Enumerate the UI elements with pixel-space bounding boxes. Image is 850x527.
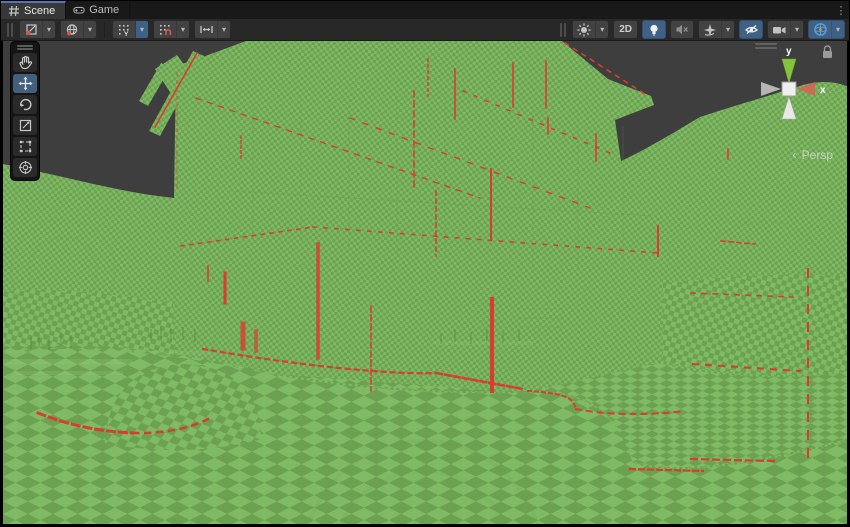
grid-snap-icon [154, 21, 176, 38]
tabbar-spacer [130, 1, 833, 19]
hidden-overlay-handle[interactable] [755, 43, 777, 49]
gizmo-center-cube[interactable] [782, 82, 796, 96]
tab-game[interactable]: Game [66, 1, 130, 19]
tool-settings-overlay-handle[interactable] [7, 23, 13, 37]
pivot-icon [20, 21, 42, 38]
rect-tool-button[interactable] [13, 137, 37, 156]
gamepad-icon [73, 4, 85, 16]
view-options-overlay-handle[interactable] [560, 23, 566, 37]
2d-toggle-button[interactable]: 2D [613, 20, 638, 39]
camera-dropdown-arrow[interactable]: ▾ [790, 21, 803, 38]
increment-snap-icon [195, 21, 217, 38]
orientation-dropdown-arrow[interactable]: ▾ [83, 21, 96, 38]
effects-dropdown-arrow[interactable]: ▾ [721, 21, 734, 38]
toolbar-separator [104, 22, 105, 38]
transform-icon [18, 160, 33, 175]
orientation-gizmo[interactable]: y x [753, 43, 839, 143]
rotate-icon [18, 97, 33, 112]
tab-game-label: Game [89, 4, 119, 16]
grid-plane-dropdown-arrow[interactable]: ▾ [135, 21, 148, 38]
transform-tool-button[interactable] [13, 158, 37, 177]
scene-lighting-button[interactable] [642, 20, 666, 39]
move-tool-button[interactable] [13, 74, 37, 93]
camera-settings-button[interactable]: ▾ [767, 20, 804, 39]
projection-toggle[interactable]: ‹ Persp [792, 147, 833, 162]
scene-canvas[interactable] [3, 41, 849, 526]
rendering-debug-button[interactable]: ▾ [572, 20, 609, 39]
scene-view-toolbar: ▾ ▾ [1, 19, 849, 41]
persp-label: Persp [802, 148, 833, 162]
audio-toggle-button[interactable] [670, 20, 694, 39]
effects-star-icon [699, 21, 721, 38]
lock-icon[interactable] [823, 46, 832, 58]
gizmo-x-cone[interactable] [797, 82, 815, 96]
tools-overlay-handle[interactable] [17, 44, 33, 51]
gizmo-down-cone[interactable] [782, 97, 796, 119]
speaker-muted-icon [671, 21, 693, 38]
gizmos-sphere-icon [809, 21, 831, 38]
lightbulb-icon [643, 21, 665, 38]
pivot-dropdown-arrow[interactable]: ▾ [42, 21, 55, 38]
gizmo-x-label: x [820, 85, 826, 96]
tab-scene-label: Scene [24, 5, 55, 17]
svg-text:Y: Y [124, 31, 129, 37]
eye-slash-icon [740, 21, 762, 38]
grid-snap-dropdown-arrow[interactable]: ▾ [176, 21, 189, 38]
grid-snapping-button[interactable]: ▾ [153, 20, 190, 39]
gizmos-dropdown-arrow[interactable]: ▾ [831, 21, 844, 38]
view-options-cluster: ▾ 2D [558, 20, 845, 39]
grid-plane-button[interactable]: Y ▾ [112, 20, 149, 39]
gizmo-left-cone[interactable] [761, 82, 781, 96]
2d-label: 2D [614, 24, 637, 35]
gizmos-button[interactable]: ▾ [808, 20, 845, 39]
scale-tool-button[interactable] [13, 116, 37, 135]
view-tabbar: Scene Game ⋮ [1, 1, 849, 19]
effects-button[interactable]: ▾ [698, 20, 735, 39]
scene-viewport[interactable]: y x ‹ Persp [1, 41, 849, 526]
tabbar-menu-button[interactable]: ⋮ [833, 1, 849, 19]
rendering-debug-dropdown-arrow[interactable]: ▾ [595, 21, 608, 38]
pivot-mode-button[interactable]: ▾ [19, 20, 56, 39]
grid-plane-icon: Y [113, 21, 135, 38]
increment-snap-dropdown-arrow[interactable]: ▾ [217, 21, 230, 38]
hand-icon [18, 55, 33, 70]
tab-scene[interactable]: Scene [1, 1, 66, 19]
scale-icon [18, 118, 33, 133]
move-icon [18, 76, 33, 91]
increment-snap-button[interactable]: ▾ [194, 20, 231, 39]
rect-icon [18, 139, 33, 154]
unity-editor-window: Scene Game ⋮ ▾ [0, 0, 850, 527]
scene-grid-icon [8, 5, 20, 17]
tools-overlay [10, 41, 40, 181]
camera-icon [768, 21, 790, 38]
rotate-tool-button[interactable] [13, 95, 37, 114]
orientation-mode-button[interactable]: ▾ [60, 20, 97, 39]
gizmo-y-cone[interactable] [782, 59, 796, 83]
sun-debug-icon [573, 21, 595, 38]
scene-visibility-button[interactable] [739, 20, 763, 39]
gizmo-y-label: y [786, 46, 792, 57]
persp-chevron-icon: ‹ [792, 147, 796, 162]
view-hand-tool-button[interactable] [13, 53, 37, 72]
globe-icon [61, 21, 83, 38]
